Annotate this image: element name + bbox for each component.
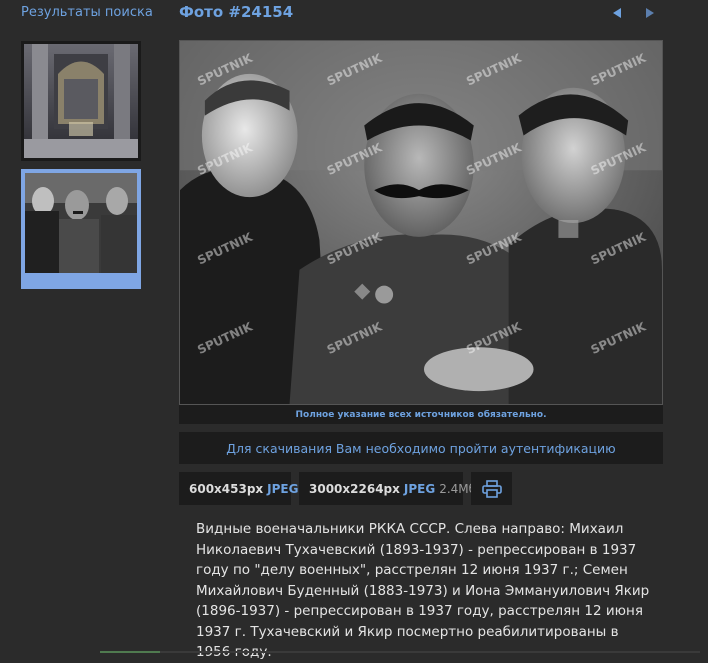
format-type: JPEG (403, 481, 436, 496)
photo-caption: Видные военачальники РККА СССР. Слева на… (196, 521, 650, 660)
format-dimensions: 3000x2264px (309, 481, 400, 496)
download-large-jpeg-button[interactable]: 3000x2264px JPEG 2.4Мб (299, 472, 476, 505)
credit-note: Полное указание всех источников обязател… (179, 405, 663, 424)
format-type: JPEG (267, 481, 299, 496)
download-small-jpeg-button[interactable]: 600x453px JPEG (179, 472, 298, 505)
interior-thumbnail-image (24, 44, 138, 158)
previous-photo-arrow-icon[interactable] (609, 6, 625, 20)
page-title: Фото #24154 (179, 3, 294, 21)
auth-required-link[interactable]: Для скачивания Вам необходимо пройти аут… (179, 432, 663, 464)
next-photo-arrow-icon[interactable] (642, 6, 658, 20)
printer-icon (481, 479, 502, 498)
left-column: Результаты поиска (0, 0, 160, 657)
thumbnail-current[interactable] (21, 169, 141, 289)
format-dimensions: 600x453px (189, 481, 264, 496)
footer-divider (0, 651, 708, 653)
generals-thumbnail-image (25, 173, 137, 273)
generals-photo-image: SPUTNIK SPUTNIK SPUTNIK SPUTNIK SPUTNIK … (180, 41, 662, 404)
main-photo: SPUTNIK SPUTNIK SPUTNIK SPUTNIK SPUTNIK … (179, 40, 663, 405)
back-to-results-link[interactable]: Результаты поиска (21, 5, 153, 20)
thumbnail-previous[interactable] (21, 41, 141, 161)
print-button[interactable] (471, 472, 512, 505)
